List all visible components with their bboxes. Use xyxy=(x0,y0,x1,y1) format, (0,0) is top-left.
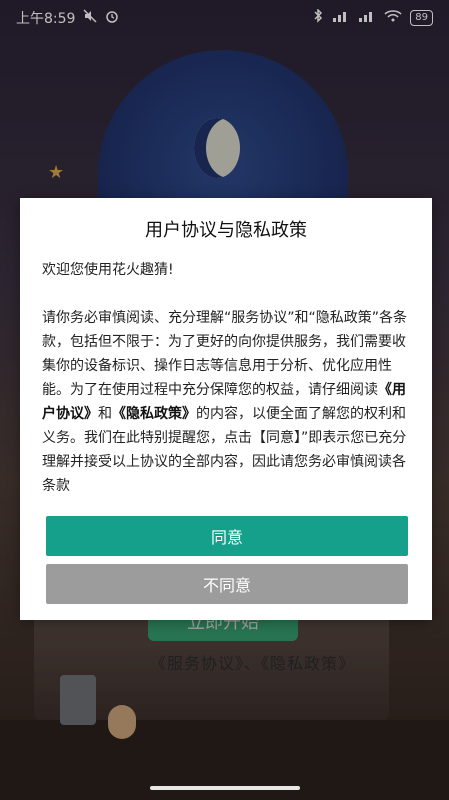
privacy-policy-link[interactable]: 《隐私政策》 xyxy=(112,406,196,422)
agreement-dialog: 用户协议与隐私政策 欢迎您使用花火趣猜! 请你务必审慎阅读、充分理解“服务协议”… xyxy=(20,198,432,620)
dialog-title: 用户协议与隐私政策 xyxy=(145,220,307,241)
gesture-bar[interactable] xyxy=(150,786,300,790)
and-text: 和 xyxy=(98,406,112,422)
disagree-button[interactable]: 不同意 xyxy=(46,564,408,604)
agreement-text-part1: 请你务必审慎阅读、充分理解“服务协议”和“隐私政策”各条款，包括但不限于：为了更… xyxy=(42,310,408,398)
agreement-text: 请你务必审慎阅读、充分理解“服务协议”和“隐私政策”各条款，包括但不限于：为了更… xyxy=(42,306,414,498)
dialog-body: 欢迎您使用花火趣猜! 请你务必审慎阅读、充分理解“服务协议”和“隐私政策”各条款… xyxy=(42,258,414,498)
agree-button[interactable]: 同意 xyxy=(46,516,408,556)
greeting-text: 欢迎您使用花火趣猜! xyxy=(42,262,174,278)
